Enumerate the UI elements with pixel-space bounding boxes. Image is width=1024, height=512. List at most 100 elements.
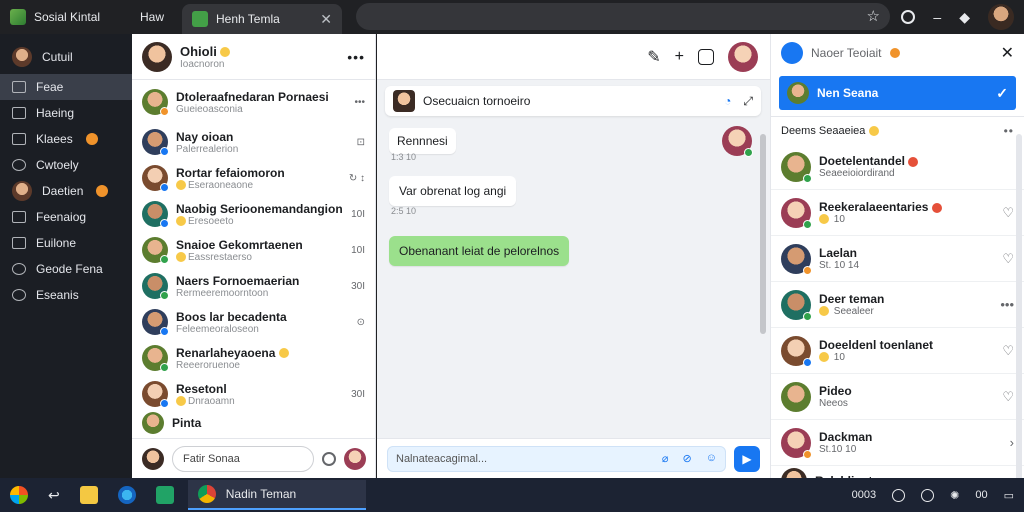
sender-avatar bbox=[722, 126, 753, 157]
extension-icon[interactable] bbox=[901, 10, 916, 24]
sidebar-item-profile[interactable]: Cutuil bbox=[0, 40, 132, 74]
check-icon[interactable]: ✓ bbox=[996, 85, 1008, 102]
sidebar-item-haeing[interactable]: Haeing bbox=[0, 100, 132, 126]
like-icon[interactable]: ♡ bbox=[1002, 343, 1014, 359]
close-tab-icon[interactable]: ✕ bbox=[320, 11, 332, 28]
network-icon[interactable] bbox=[892, 488, 906, 502]
close-icon[interactable]: ✕ bbox=[1001, 43, 1014, 63]
start-menu-icon[interactable] bbox=[10, 486, 28, 504]
sidebar-item-label: Daetien bbox=[42, 184, 84, 198]
settings-icon[interactable]: ✺ bbox=[950, 489, 959, 502]
file-explorer-icon[interactable] bbox=[79, 486, 98, 504]
list-item[interactable]: Boos lar becadenta Feleemeoraloseon ⊙ bbox=[132, 304, 375, 340]
sidebar-item-feed[interactable]: Feae bbox=[0, 74, 132, 100]
chrome-icon bbox=[197, 485, 216, 503]
status-dot bbox=[803, 219, 812, 229]
more-options-icon[interactable]: ••• bbox=[354, 97, 365, 108]
compose-icon[interactable] bbox=[698, 48, 714, 65]
more-options-icon[interactable]: ••• bbox=[1000, 297, 1014, 312]
like-icon[interactable]: ♡ bbox=[1002, 389, 1014, 405]
contact-item[interactable]: Doetelentandel Seaeeioiordirand bbox=[771, 144, 1024, 190]
avatar bbox=[12, 181, 32, 201]
address-bar[interactable]: ☆ bbox=[356, 3, 890, 30]
conversation-preview: Rermeeremoorntoon bbox=[176, 287, 269, 299]
sidebar-item-geode-fena[interactable]: Geode Fena bbox=[0, 256, 132, 282]
profile-avatar[interactable] bbox=[728, 41, 758, 72]
contact-item[interactable]: Deer teman Seealeer ••• bbox=[771, 282, 1024, 328]
like-icon[interactable]: ♡ bbox=[1002, 205, 1014, 221]
chevron-right-icon[interactable]: › bbox=[1010, 435, 1014, 450]
search-input[interactable]: Fatir Sonaa bbox=[172, 445, 314, 472]
list-item[interactable]: Rortar fefaiomoron Eseraoneaone ↻ ↕ bbox=[132, 160, 375, 196]
profile-avatar[interactable] bbox=[988, 4, 1014, 30]
list-item[interactable]: Renarlaheyaoena Reeeroruenoe bbox=[132, 340, 375, 376]
sidebar-item-feenaiog[interactable]: Feenaiog bbox=[0, 204, 132, 230]
avatar bbox=[393, 90, 415, 112]
contact-item[interactable]: Laelan St. 10 14 ♡ bbox=[771, 236, 1024, 282]
sidebar-item-eseanis[interactable]: Eseanis bbox=[0, 282, 132, 308]
like-icon[interactable]: ♡ bbox=[1002, 251, 1014, 267]
selected-contact[interactable]: Nen Seana ✓ bbox=[779, 76, 1016, 110]
status-dot bbox=[160, 219, 169, 228]
emoji-icon[interactable]: ☺ bbox=[706, 452, 717, 465]
contact-item[interactable]: Doeeldenl toenlanet 10 ♡ bbox=[771, 328, 1024, 374]
status-dot bbox=[803, 265, 812, 275]
tab-henh-temla[interactable]: Henh Temla ✕ bbox=[182, 4, 342, 34]
list-item[interactable]: Nay oioan Palerrealerion ⊡ bbox=[132, 124, 375, 160]
message-input[interactable]: Nalnateacagimal... ⌀ ⊘ ☺ bbox=[387, 445, 726, 472]
sidebar-item-daetien[interactable]: Daetien bbox=[0, 178, 132, 204]
bookmark-star-icon[interactable]: ☆ bbox=[867, 7, 880, 25]
avatar[interactable] bbox=[344, 447, 366, 470]
back-arrow-icon[interactable]: ↩ bbox=[48, 487, 60, 504]
list-item[interactable]: Dtoleraafnedaran Pornaesi Gueieoasconia •… bbox=[132, 80, 375, 124]
notification-center-icon[interactable]: ▭ bbox=[1004, 489, 1014, 502]
clock-icon[interactable]: ◔ bbox=[724, 94, 731, 109]
video-call-icon[interactable]: ⊡ bbox=[357, 137, 365, 148]
smile-emoji-icon bbox=[220, 47, 231, 58]
section-label: Deems Seaaeiea bbox=[781, 124, 866, 137]
refresh-icon[interactable]: ↻ ↕ bbox=[349, 173, 365, 184]
list-item[interactable]: Snaioe Gekomrtaenen Eassrestaerso 10I bbox=[132, 232, 375, 268]
volume-icon[interactable] bbox=[921, 488, 935, 502]
spreadsheet-icon[interactable] bbox=[155, 486, 174, 504]
contact-status: Seaeeioiordirand bbox=[819, 168, 895, 179]
sidebar-item-euilone[interactable]: Euilone bbox=[0, 230, 132, 256]
minimize-icon[interactable]: – bbox=[933, 9, 941, 25]
taskbar-active-app[interactable]: Nadin Teman bbox=[187, 480, 366, 510]
active-app-label: Nadin Teman bbox=[225, 487, 297, 501]
scrollbar[interactable] bbox=[1016, 134, 1022, 504]
pencil-icon[interactable]: ✎ bbox=[647, 47, 660, 67]
sidebar-item-cwtoely[interactable]: Cwtoely bbox=[0, 152, 132, 178]
send-button[interactable]: ▶ bbox=[734, 445, 760, 472]
conversation-preview: Eassrestaerso bbox=[176, 252, 343, 263]
notifications-icon[interactable]: ◆ bbox=[959, 9, 970, 26]
plus-icon[interactable]: + bbox=[675, 48, 684, 66]
scrollbar[interactable] bbox=[760, 134, 766, 334]
expand-icon[interactable]: ⤢ bbox=[743, 94, 753, 109]
list-item[interactable]: Resetonl Dnraoamn 30I bbox=[132, 376, 375, 412]
avatar bbox=[142, 345, 169, 372]
more-options-icon[interactable]: •• bbox=[1004, 124, 1014, 138]
list-item[interactable]: Pinta bbox=[132, 412, 375, 434]
emoji-picker-icon[interactable] bbox=[322, 451, 336, 466]
list-item[interactable]: Naobig Serioonemandangion Eresoeeto 10I bbox=[132, 196, 375, 232]
attach-icon[interactable]: ⌀ bbox=[662, 452, 669, 465]
emoji-icon bbox=[176, 179, 186, 190]
tab-haw[interactable]: Haw bbox=[130, 2, 182, 32]
timer-icon[interactable]: ⊙ bbox=[357, 317, 365, 328]
more-options-icon[interactable]: ••• bbox=[347, 49, 365, 65]
tab-sosial-kintal[interactable]: Sosial Kintal bbox=[0, 2, 130, 32]
conversation-title: Osecuaicn tornoeiro bbox=[423, 94, 531, 108]
avatar[interactable] bbox=[142, 41, 172, 72]
list-item[interactable]: Naers Fornoemaerian Rermeeremoorntoon 30I bbox=[132, 268, 375, 304]
edge-browser-icon[interactable] bbox=[117, 486, 136, 504]
contact-item[interactable]: Pideo Neeos ♡ bbox=[771, 374, 1024, 420]
avatar bbox=[781, 243, 812, 275]
paperclip-icon[interactable]: ⊘ bbox=[683, 452, 692, 465]
conversation-search-bar[interactable]: Osecuaicn tornoeiro ◔ ⤢ bbox=[385, 86, 761, 116]
sidebar-item-klaees[interactable]: Klaees bbox=[0, 126, 132, 152]
contact-item[interactable]: Dackman St.10 10 › bbox=[771, 420, 1024, 466]
conversation-preview: Dnraoamn bbox=[176, 396, 343, 407]
contact-name: Dackman bbox=[819, 430, 873, 444]
contact-item[interactable]: Reekeralaeentaries 10 ♡ bbox=[771, 190, 1024, 236]
